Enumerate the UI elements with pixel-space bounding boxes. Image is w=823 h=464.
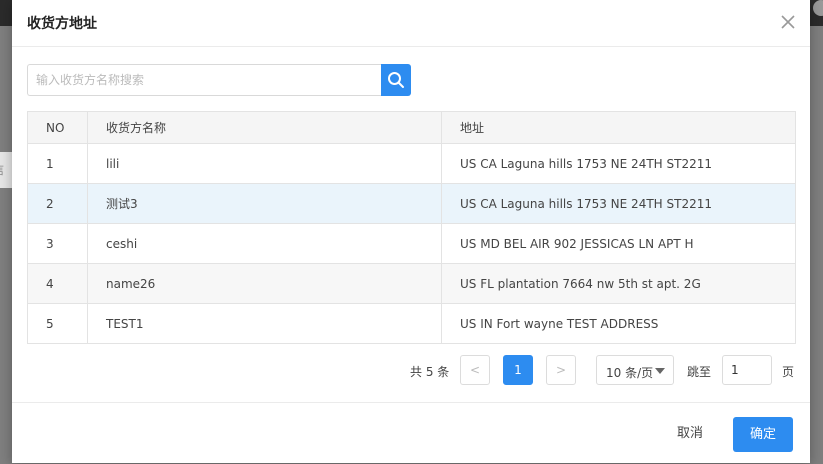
table-row[interactable]: 2 测试3 US CA Laguna hills 1753 NE 24TH ST… [27,183,796,224]
background-avatar [813,0,823,16]
modal-footer: 取消 确定 [12,402,810,464]
cell-address: US CA Laguna hills 1753 NE 24TH ST2211 [441,183,796,224]
page-size-value: 10 条/页 [606,366,654,380]
modal-header: 收货方地址 [12,0,810,47]
cell-no: 1 [27,143,88,184]
close-icon [781,15,795,29]
consignee-address-modal: 收货方地址 NO 收货方名称 地址 1 [12,0,810,463]
column-header-no: NO [27,111,88,144]
cell-no: 3 [27,223,88,264]
column-header-address: 地址 [441,111,796,144]
cell-no: 2 [27,183,88,224]
search-bar [27,64,411,96]
confirm-button[interactable]: 确定 [733,417,793,452]
pagination: 共 5 条 < 1 > 10 条/页 跳至 页 [12,355,810,387]
page-size-select[interactable]: 10 条/页 [596,355,674,385]
table-row[interactable]: 5 TEST1 US IN Fort wayne TEST ADDRESS [27,303,796,344]
chevron-down-icon [655,368,665,374]
cell-address: US MD BEL AIR 902 JESSICAS LN APT H [441,223,796,264]
cell-no: 4 [27,263,88,304]
table-header-row: NO 收货方名称 地址 [27,111,796,144]
search-button[interactable] [381,64,411,96]
cell-name: TEST1 [87,303,442,344]
cell-no: 5 [27,303,88,344]
consignee-table: NO 收货方名称 地址 1 lili US CA Laguna hills 17… [27,111,796,344]
prev-page-button[interactable]: < [460,355,490,385]
cell-name: lili [87,143,442,184]
table-row[interactable]: 3 ceshi US MD BEL AIR 902 JESSICAS LN AP… [27,223,796,264]
table-row[interactable]: 4 name26 US FL plantation 7664 nw 5th st… [27,263,796,304]
modal-title: 收货方地址 [27,16,97,32]
background-panel-text: 信息 [0,152,12,188]
cell-address: US FL plantation 7664 nw 5th st apt. 2G [441,263,796,304]
column-header-name: 收货方名称 [87,111,442,144]
pagination-total: 共 5 条 [410,365,450,379]
close-button[interactable] [776,10,800,34]
search-input[interactable] [27,64,381,96]
cell-address: US IN Fort wayne TEST ADDRESS [441,303,796,344]
cell-name: name26 [87,263,442,304]
cell-name: 测试3 [87,183,442,224]
jump-label: 跳至 [687,365,712,379]
cell-address: US CA Laguna hills 1753 NE 24TH ST2211 [441,143,796,184]
next-page-button[interactable]: > [546,355,576,385]
page-suffix-label: 页 [782,365,795,379]
cancel-button[interactable]: 取消 [666,417,714,451]
cell-name: ceshi [87,223,442,264]
search-icon [388,72,404,88]
jump-page-input[interactable] [722,355,772,385]
page-button-1[interactable]: 1 [503,355,533,385]
table-row[interactable]: 1 lili US CA Laguna hills 1753 NE 24TH S… [27,143,796,184]
